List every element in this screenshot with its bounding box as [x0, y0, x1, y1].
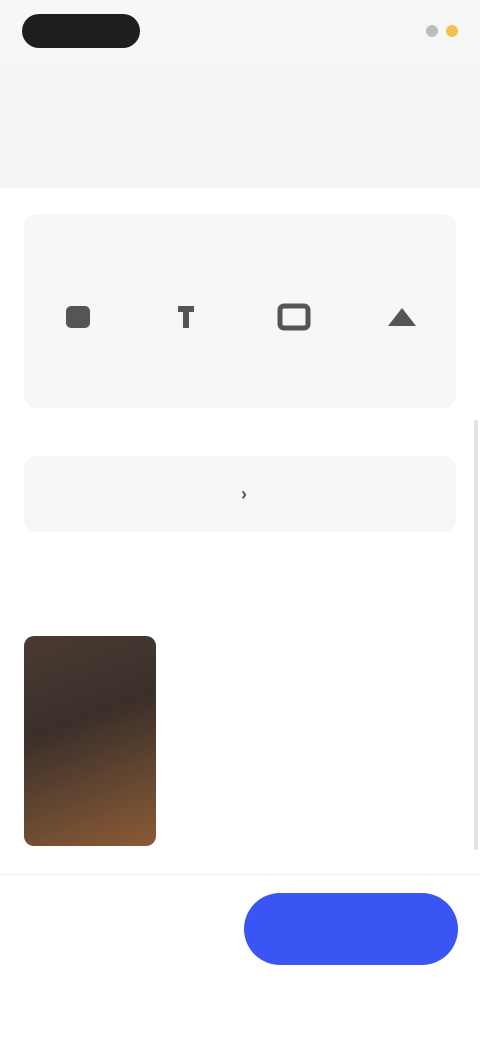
metric-4-icon [382, 300, 422, 334]
rating-metric [30, 300, 126, 346]
rating-card [24, 214, 456, 408]
show-reviews-button[interactable]: › [24, 456, 456, 532]
status-right [418, 20, 458, 42]
status-bar [0, 0, 480, 64]
home-indicator-area [0, 984, 480, 1040]
metric-1-icon [58, 300, 98, 334]
bottom-bar [0, 874, 480, 985]
listing-photo[interactable] [24, 636, 156, 846]
status-time-pill [22, 14, 140, 48]
metric-2-icon [166, 300, 206, 334]
chevron-right-icon: › [241, 483, 247, 504]
description-card [0, 64, 480, 188]
signal-icon [426, 25, 438, 37]
scrollbar[interactable] [474, 420, 478, 850]
metric-3-icon [274, 300, 314, 334]
primary-action-button[interactable] [244, 893, 458, 965]
rating-metric [246, 300, 342, 346]
battery-icon [446, 25, 458, 37]
rating-metrics [24, 300, 456, 346]
rating-metric [354, 300, 450, 346]
rating-metric [138, 300, 234, 346]
